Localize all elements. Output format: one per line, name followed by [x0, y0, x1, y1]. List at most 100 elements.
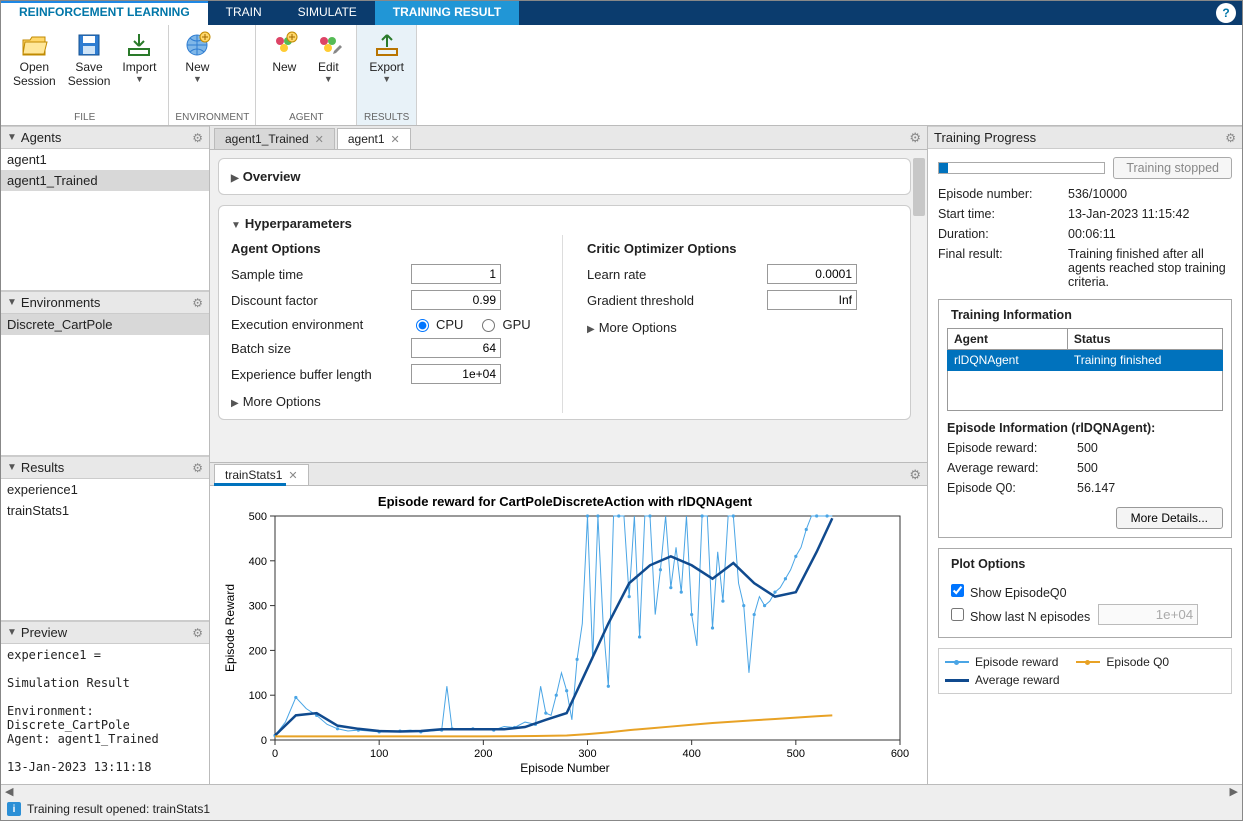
chevron-down-icon: ▼ — [7, 462, 17, 473]
close-icon[interactable]: ✕ — [288, 469, 297, 482]
preview-header[interactable]: ▼Preview⚙ — [1, 621, 209, 644]
progress-fill — [939, 163, 948, 173]
new-environment-button[interactable]: New ▼ — [175, 27, 219, 111]
svg-text:600: 600 — [891, 748, 909, 760]
plot-options-fieldset: Plot Options Show EpisodeQ0 Show last N … — [938, 548, 1232, 638]
table-row[interactable]: rlDQNAgentTraining finished — [948, 350, 1223, 371]
col-status: Status — [1067, 329, 1222, 350]
close-icon[interactable]: ✕ — [391, 133, 400, 146]
gear-icon[interactable]: ⚙ — [192, 296, 203, 310]
legend-average-reward: Average reward — [945, 673, 1060, 687]
cpu-radio[interactable]: CPU — [411, 316, 463, 332]
gear-icon[interactable]: ⚙ — [192, 461, 203, 475]
status-bar: ◀ ▶ i Training result opened: trainStats… — [1, 797, 1242, 820]
gear-icon[interactable]: ⚙ — [1225, 131, 1236, 145]
episode-info-title: Episode Information (rlDQNAgent): — [947, 421, 1223, 435]
scrollbar-thumb[interactable] — [913, 158, 925, 216]
average-reward-label: Average reward: — [947, 461, 1077, 475]
svg-text:Episode reward for CartPoleDis: Episode reward for CartPoleDiscreteActio… — [378, 494, 753, 509]
save-session-button[interactable]: Save Session — [62, 27, 117, 111]
left-column: ▼Agents⚙ agent1agent1_Trained ▼Environme… — [1, 126, 210, 786]
exec-env-label: Execution environment — [231, 317, 411, 332]
doc-tab-agent1[interactable]: agent1✕ — [337, 128, 411, 149]
ribbon-group-environment: New ▼ ENVIRONMENT — [169, 25, 256, 125]
duration-label: Duration: — [938, 227, 1068, 241]
chevron-down-icon: ▼ — [135, 75, 144, 84]
svg-text:400: 400 — [249, 556, 267, 568]
globe-plus-icon — [183, 31, 211, 59]
list-item[interactable]: trainStats1 — [1, 500, 209, 521]
overview-toggle[interactable]: ▶Overview — [231, 165, 898, 188]
chevron-down-icon: ▼ — [193, 75, 202, 84]
training-chart: Episode reward for CartPoleDiscreteActio… — [210, 486, 927, 786]
list-item[interactable]: agent1_Trained — [1, 170, 209, 191]
discount-factor-input[interactable] — [411, 290, 501, 310]
export-label: Export — [369, 61, 404, 75]
agent-plus-icon — [270, 31, 298, 59]
tab-training-result[interactable]: TRAINING RESULT — [375, 1, 519, 25]
gradient-threshold-input[interactable] — [767, 290, 857, 310]
open-session-button[interactable]: Open Session — [7, 27, 62, 111]
tab-train[interactable]: TRAIN — [208, 1, 280, 25]
gpu-radio[interactable]: GPU — [477, 316, 530, 332]
gear-icon[interactable]: ⚙ — [192, 131, 203, 145]
panel-gear-icon[interactable]: ⚙ — [909, 467, 921, 483]
critic-options-title: Critic Optimizer Options — [587, 241, 898, 256]
svg-text:100: 100 — [249, 690, 267, 702]
more-details-button[interactable]: More Details... — [1116, 507, 1223, 529]
legend-episode-q0: Episode Q0 — [1076, 655, 1169, 669]
list-item[interactable]: Discrete_CartPole — [1, 314, 209, 335]
tab-rl[interactable]: REINFORCEMENT LEARNING — [1, 1, 208, 25]
ribbon-caption-env: ENVIRONMENT — [175, 111, 249, 125]
edit-agent-label: Edit — [318, 61, 339, 75]
preview-panel: ▼Preview⚙ experience1 = Simulation Resul… — [1, 621, 209, 786]
scroll-right-icon[interactable]: ▶ — [1230, 785, 1238, 798]
buffer-length-input[interactable] — [411, 364, 501, 384]
training-information-title: Training Information — [947, 308, 1076, 322]
ribbon-caption-results: RESULTS — [363, 111, 410, 125]
training-progress-header[interactable]: Training Progress⚙ — [928, 126, 1242, 149]
gear-icon[interactable]: ⚙ — [192, 626, 203, 640]
chart-tab-trainstats1[interactable]: trainStats1✕ — [214, 464, 309, 485]
show-episodeq0-checkbox[interactable]: Show EpisodeQ0 — [947, 586, 1067, 600]
environments-header[interactable]: ▼Environments⚙ — [1, 291, 209, 314]
svg-text:300: 300 — [249, 601, 267, 613]
critic-options-column: Critic Optimizer Options Learn rate Grad… — [587, 235, 898, 413]
show-last-n-checkbox[interactable]: Show last N episodes — [947, 605, 1090, 624]
scroll-left-icon[interactable]: ◀ — [5, 785, 13, 798]
panel-gear-icon[interactable]: ⚙ — [909, 130, 921, 146]
chart-legend: Episode reward Episode Q0 Average reward — [938, 648, 1232, 694]
tab-simulate[interactable]: SIMULATE — [280, 1, 375, 25]
agent-more-options-toggle[interactable]: ▶More Options — [231, 390, 542, 413]
final-result-label: Final result: — [938, 247, 1068, 289]
svg-text:0: 0 — [261, 735, 267, 747]
close-icon[interactable]: ✕ — [315, 133, 324, 146]
svg-text:100: 100 — [370, 748, 388, 760]
export-button[interactable]: Export ▼ — [363, 27, 410, 111]
document-area: ▶Overview ▼Hyperparameters Agent Options… — [210, 150, 927, 462]
buffer-length-label: Experience buffer length — [231, 367, 411, 382]
import-button[interactable]: Import ▼ — [116, 27, 162, 111]
help-icon[interactable]: ? — [1216, 3, 1236, 23]
folder-open-icon — [20, 31, 48, 59]
sample-time-input[interactable] — [411, 264, 501, 284]
gradient-threshold-label: Gradient threshold — [587, 293, 767, 308]
list-item[interactable]: experience1 — [1, 479, 209, 500]
svg-text:500: 500 — [249, 511, 267, 523]
hyperparameters-toggle[interactable]: ▼Hyperparameters — [231, 212, 898, 235]
critic-more-options-toggle[interactable]: ▶More Options — [587, 316, 898, 339]
doc-tab-agent1-trained[interactable]: agent1_Trained✕ — [214, 128, 335, 149]
training-info-table: AgentStatus rlDQNAgentTraining finished — [947, 328, 1223, 411]
new-agent-button[interactable]: New — [262, 27, 306, 111]
edit-agent-button[interactable]: Edit ▼ — [306, 27, 350, 111]
batch-size-input[interactable] — [411, 338, 501, 358]
col-agent: Agent — [948, 329, 1068, 350]
learn-rate-input[interactable] — [767, 264, 857, 284]
results-header[interactable]: ▼Results⚙ — [1, 456, 209, 479]
list-item[interactable]: agent1 — [1, 149, 209, 170]
chevron-down-icon: ▼ — [7, 627, 17, 638]
training-progress-body: Training stopped Episode number:536/1000… — [928, 149, 1242, 786]
open-session-label: Open Session — [13, 61, 56, 89]
agents-header[interactable]: ▼Agents⚙ — [1, 126, 209, 149]
agent-edit-icon — [314, 31, 342, 59]
